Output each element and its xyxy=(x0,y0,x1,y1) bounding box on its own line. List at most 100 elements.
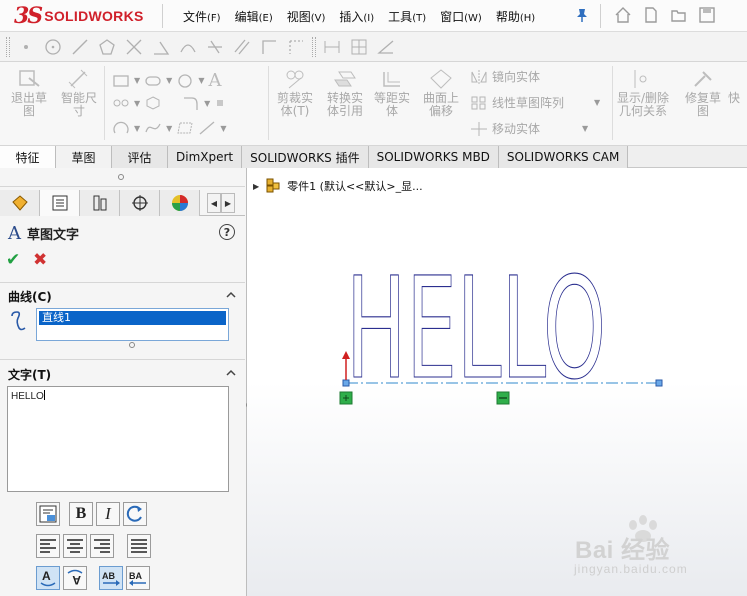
chevron-down-icon[interactable]: ▼ xyxy=(134,124,140,133)
flip-vertical-button[interactable]: A xyxy=(36,566,60,590)
align-center-button[interactable] xyxy=(63,534,87,558)
grid-icon[interactable] xyxy=(348,36,370,58)
slot-tool-icon[interactable] xyxy=(112,95,130,111)
perpendicular-icon[interactable] xyxy=(258,36,280,58)
menu-file[interactable]: 文件(F) xyxy=(176,8,228,25)
display-manager-tab[interactable] xyxy=(160,190,200,216)
offset-entities-button[interactable]: 等距实体 xyxy=(367,66,417,118)
italic-button[interactable]: I xyxy=(96,502,120,526)
menu-tools[interactable]: 工具(T) xyxy=(381,8,433,25)
linear-pattern-button[interactable]: 线性草图阵列 ▼ xyxy=(470,94,600,111)
sketch-text-input[interactable]: HELLO xyxy=(7,386,229,492)
offset-on-surface-button[interactable]: 曲面上偏移 xyxy=(416,66,466,118)
parallel-lines-icon[interactable] xyxy=(231,36,253,58)
chevron-down-icon[interactable]: ▼ xyxy=(166,124,172,133)
chevron-down-icon[interactable]: ▼ xyxy=(220,124,226,133)
point-icon[interactable] xyxy=(15,36,37,58)
tab-evaluate[interactable]: 评估 xyxy=(112,146,168,168)
menu-view[interactable]: 视图(V) xyxy=(280,8,333,25)
plane-icon[interactable] xyxy=(176,120,194,136)
collapse-curves-icon[interactable] xyxy=(226,290,236,300)
angle-icon[interactable] xyxy=(375,36,397,58)
toolbar-grip[interactable] xyxy=(6,36,10,57)
chevron-down-icon[interactable]: ▼ xyxy=(134,76,140,85)
help-icon[interactable]: ? xyxy=(219,224,235,240)
toolbar-grip[interactable] xyxy=(312,36,316,57)
scroll-left-icon[interactable]: ◀ xyxy=(207,193,221,213)
sketch-text-outline[interactable]: HELLO xyxy=(345,247,606,411)
list-item[interactable]: 直线1 xyxy=(39,311,226,325)
crossing-lines-icon[interactable] xyxy=(123,36,145,58)
open-folder-icon[interactable] xyxy=(668,4,690,26)
polygon-tool-icon[interactable] xyxy=(144,95,162,111)
menu-help[interactable]: 帮助(H) xyxy=(489,8,542,25)
spline-icon[interactable] xyxy=(144,120,162,136)
centerline-icon[interactable] xyxy=(198,120,216,136)
chevron-down-icon[interactable]: ▼ xyxy=(582,124,588,133)
curve-selection-list[interactable]: 直线1 xyxy=(36,308,229,341)
chevron-down-icon[interactable]: ▼ xyxy=(594,98,600,107)
tab-features[interactable]: 特征 xyxy=(0,146,56,168)
list-resize-grip[interactable] xyxy=(129,342,135,348)
solidworks-logo[interactable]: 3S SOLIDWORKS xyxy=(14,3,144,29)
flip-horizontal-button[interactable]: AB xyxy=(99,566,123,590)
link-to-property-button[interactable] xyxy=(36,502,60,526)
chevron-down-icon[interactable]: ▼ xyxy=(204,99,210,108)
align-left-button[interactable] xyxy=(36,534,60,558)
slot-icon[interactable] xyxy=(144,73,162,89)
dimension-icon[interactable] xyxy=(321,36,343,58)
new-document-icon[interactable] xyxy=(640,4,662,26)
tab-solidworks-addins[interactable]: SOLIDWORKS 插件 xyxy=(242,146,369,168)
center-circle-icon[interactable] xyxy=(42,36,64,58)
trim-icon[interactable] xyxy=(204,36,226,58)
construction-line-icon[interactable] xyxy=(285,36,307,58)
arc-icon[interactable] xyxy=(112,120,130,136)
rotate-button[interactable] xyxy=(123,502,147,526)
configuration-manager-tab[interactable] xyxy=(80,190,120,216)
save-icon[interactable] xyxy=(696,4,718,26)
bold-button[interactable]: B xyxy=(69,502,93,526)
rectangle-icon[interactable] xyxy=(112,73,130,89)
align-right-button[interactable] xyxy=(90,534,114,558)
trim-entities-button[interactable]: 剪裁实体(T) xyxy=(270,66,320,118)
tangent-arc-icon[interactable] xyxy=(177,36,199,58)
quick-snaps-button[interactable]: 快 xyxy=(728,66,747,105)
flip-horizontal-inverse-button[interactable]: BA xyxy=(126,566,150,590)
menu-window[interactable]: 窗口(W) xyxy=(433,8,489,25)
convert-entities-button[interactable]: 转换实体引用 xyxy=(320,66,370,118)
tab-dimxpert[interactable]: DimXpert xyxy=(168,146,243,168)
smart-dimension-button[interactable]: 智能尺寸 xyxy=(54,66,104,118)
ok-button[interactable]: ✔ xyxy=(6,250,20,270)
fillet-icon[interactable] xyxy=(182,95,200,111)
tab-solidworks-mbd[interactable]: SOLIDWORKS MBD xyxy=(368,146,499,168)
tab-sketch[interactable]: 草图 xyxy=(56,146,112,168)
angle-line-icon[interactable] xyxy=(150,36,172,58)
chevron-down-icon[interactable]: ▼ xyxy=(134,99,140,108)
scroll-right-icon[interactable]: ▶ xyxy=(221,193,235,213)
move-entities-button[interactable]: 移动实体 ▼ xyxy=(470,120,588,137)
menu-insert[interactable]: 插入(I) xyxy=(332,8,381,25)
home-icon[interactable] xyxy=(612,4,634,26)
collapse-text-icon[interactable] xyxy=(226,368,236,378)
panel-grip[interactable] xyxy=(118,174,124,180)
tab-solidworks-cam[interactable]: SOLIDWORKS CAM xyxy=(498,146,629,168)
repair-sketch-button[interactable]: 修复草图 xyxy=(678,66,728,118)
display-delete-relations-button[interactable]: 显示/删除几何关系 xyxy=(617,66,669,118)
feature-manager-tab[interactable] xyxy=(0,190,40,216)
text-tool-icon[interactable]: A xyxy=(208,70,221,91)
line-icon[interactable] xyxy=(69,36,91,58)
pin-icon[interactable] xyxy=(575,8,589,22)
justify-button[interactable] xyxy=(127,534,151,558)
point-tool-icon[interactable] xyxy=(214,97,226,109)
chevron-down-icon[interactable]: ▼ xyxy=(166,76,172,85)
mirror-entities-button[interactable]: 镜向实体 xyxy=(470,68,540,85)
exit-sketch-button[interactable]: 退出草图 xyxy=(4,66,54,118)
menu-edit[interactable]: 编辑(E) xyxy=(228,8,280,25)
flip-vertical-inverse-button[interactable]: A xyxy=(63,566,87,590)
cancel-button[interactable]: ✖ xyxy=(33,250,47,270)
property-manager-tab[interactable] xyxy=(40,190,80,216)
chevron-down-icon[interactable]: ▼ xyxy=(198,76,204,85)
line-endpoint-end[interactable] xyxy=(655,379,663,387)
polygon-icon[interactable] xyxy=(96,36,118,58)
dimxpert-manager-tab[interactable] xyxy=(120,190,160,216)
